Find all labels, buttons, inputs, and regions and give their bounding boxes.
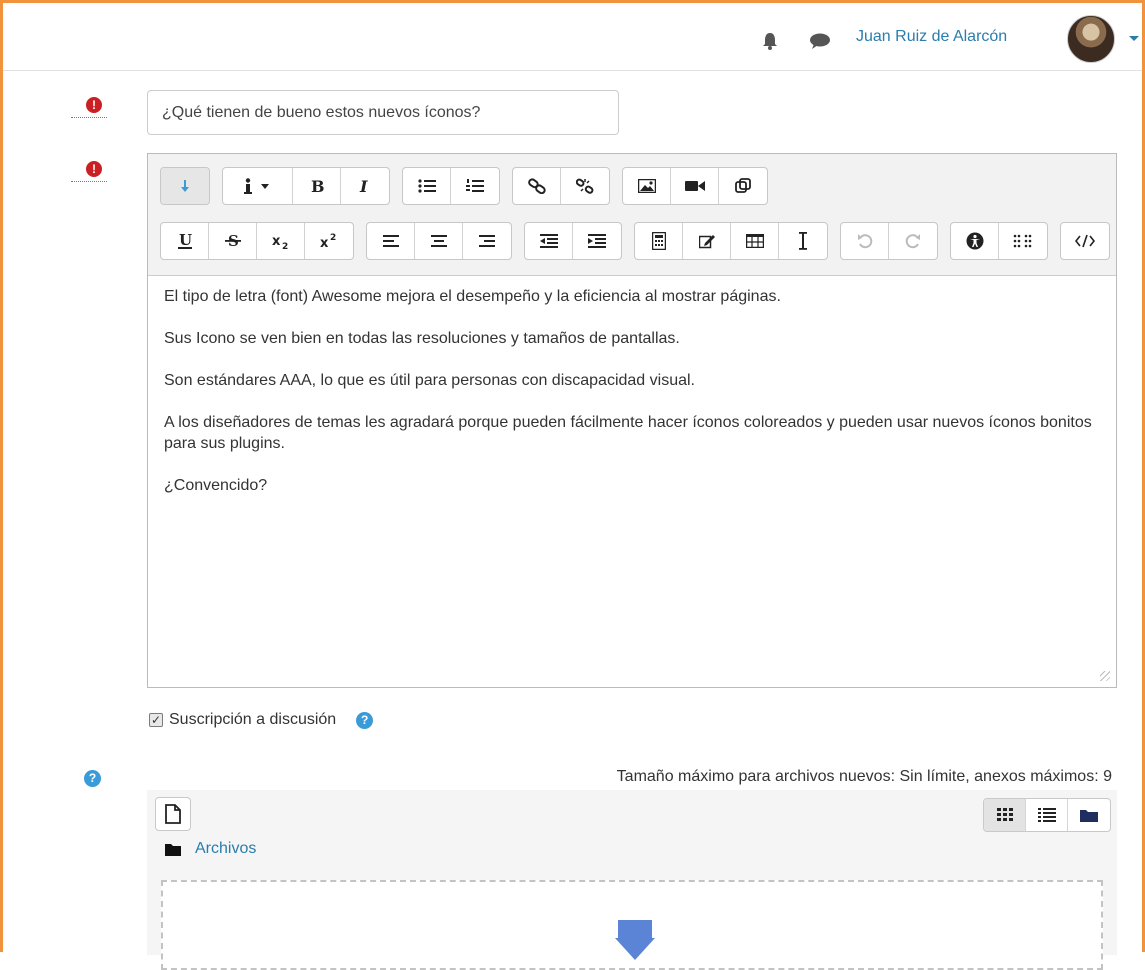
- info-dropdown-icon[interactable]: [223, 168, 293, 204]
- toolbar-group-text-format: U S x2 x2: [160, 222, 354, 260]
- editor-paragraph: A los diseñadores de temas les agradará …: [164, 414, 1092, 452]
- editor-content[interactable]: El tipo de letra (font) Awesome mejora e…: [148, 276, 1116, 687]
- avatar[interactable]: [1067, 15, 1115, 63]
- toolbar-group-align: [366, 222, 512, 260]
- table-icon[interactable]: [731, 223, 779, 259]
- chat-icon[interactable]: [809, 31, 831, 56]
- svg-text:x: x: [320, 236, 329, 250]
- svg-text:U: U: [179, 232, 192, 249]
- list-icon[interactable]: [1026, 799, 1068, 831]
- align-right-icon[interactable]: [463, 223, 511, 259]
- edit-icon[interactable]: [683, 223, 731, 259]
- undo-icon[interactable]: [841, 223, 889, 259]
- toolbar-group-lists: [402, 167, 500, 205]
- toolbar-group-insert: [634, 222, 828, 260]
- italic-icon[interactable]: I: [341, 168, 389, 204]
- align-left-icon[interactable]: [367, 223, 415, 259]
- svg-text:I: I: [359, 178, 368, 194]
- strikethrough-icon[interactable]: S: [209, 223, 257, 259]
- bell-icon[interactable]: [760, 31, 780, 56]
- folder-icon[interactable]: [1068, 799, 1110, 831]
- subscription-checkbox[interactable]: ✓: [149, 713, 163, 727]
- exclamation-icon: !: [86, 161, 102, 177]
- resize-handle[interactable]: [1100, 671, 1110, 681]
- top-navbar: Juan Ruiz de Alarcón: [3, 3, 1142, 71]
- video-icon[interactable]: [671, 168, 719, 204]
- grid-icon[interactable]: [984, 799, 1026, 831]
- toolbar-group-indent: [524, 222, 622, 260]
- unlink-icon[interactable]: [561, 168, 609, 204]
- exclamation-icon: !: [86, 97, 102, 113]
- subscript-icon[interactable]: x2: [257, 223, 305, 259]
- toolbar-group-media: [622, 167, 768, 205]
- folder-link[interactable]: Archivos: [195, 840, 256, 858]
- redo-icon[interactable]: [889, 223, 937, 259]
- message-editor: B I U S x 2 x 2 El tipo de letra (font) …: [147, 153, 1117, 688]
- superscript-icon[interactable]: x2: [305, 223, 353, 259]
- cursor-icon[interactable]: [779, 223, 827, 259]
- toolbar-group-links: [512, 167, 610, 205]
- toolbar-group-collapse: [160, 167, 210, 205]
- chevron-down-icon[interactable]: [1129, 36, 1139, 41]
- add-file-button[interactable]: [155, 797, 191, 831]
- editor-paragraph: El tipo de letra (font) Awesome mejora e…: [164, 288, 781, 305]
- user-name-link[interactable]: Juan Ruiz de Alarcón: [856, 28, 1007, 46]
- view-mode-switcher: [983, 798, 1111, 832]
- help-icon[interactable]: ?: [84, 770, 101, 787]
- subscription-label[interactable]: Suscripción a discusión: [169, 711, 336, 729]
- svg-text:2: 2: [330, 233, 336, 243]
- svg-text:2: 2: [282, 242, 288, 250]
- required-marker-subject: !: [71, 97, 107, 119]
- app-frame: Juan Ruiz de Alarcón ! ¿Qué tienen de bu…: [0, 0, 1145, 970]
- max-size-text: Tamaño máximo para archivos nuevos: Sin …: [616, 768, 1112, 785]
- align-center-icon[interactable]: [415, 223, 463, 259]
- underline-icon[interactable]: U: [161, 223, 209, 259]
- editor-paragraph: ¿Convencido?: [164, 477, 268, 494]
- subject-input[interactable]: ¿Qué tienen de bueno estos nuevos íconos…: [147, 90, 619, 135]
- file-manager: Archivos: [147, 790, 1117, 970]
- file-dropzone[interactable]: [161, 880, 1103, 970]
- subscription-row: ✓ Suscripción a discusión ?: [149, 711, 374, 729]
- accessibility-icon[interactable]: [951, 223, 999, 259]
- editor-toolbar: B I U S x 2 x 2: [148, 154, 1116, 276]
- show-more-icon[interactable]: [161, 168, 209, 204]
- bold-icon[interactable]: B: [293, 168, 341, 204]
- download-arrow-icon: [615, 920, 655, 960]
- screenreader-icon[interactable]: [999, 223, 1047, 259]
- outdent-icon[interactable]: [525, 223, 573, 259]
- image-icon[interactable]: [623, 168, 671, 204]
- html-icon[interactable]: [1061, 223, 1109, 259]
- breadcrumb: Archivos: [165, 840, 256, 858]
- file-icon: [165, 804, 181, 824]
- svg-text:B: B: [311, 178, 324, 194]
- help-icon[interactable]: ?: [356, 711, 374, 729]
- toolbar-group-html: [1060, 222, 1110, 260]
- toolbar-group-style: B I: [222, 167, 390, 205]
- editor-paragraph: Sus Icono se ven bien en todas las resol…: [164, 330, 680, 347]
- toolbar-group-accessibility: [950, 222, 1048, 260]
- calculator-icon[interactable]: [635, 223, 683, 259]
- folder-icon: [165, 843, 181, 856]
- media-icon[interactable]: [719, 168, 767, 204]
- link-icon[interactable]: [513, 168, 561, 204]
- indent-icon[interactable]: [573, 223, 621, 259]
- required-marker-message: !: [71, 161, 107, 183]
- unordered-list-icon[interactable]: [403, 168, 451, 204]
- svg-text:x: x: [272, 234, 281, 249]
- editor-paragraph: Son estándares AAA, lo que es útil para …: [164, 372, 695, 389]
- ordered-list-icon[interactable]: [451, 168, 499, 204]
- toolbar-group-history: [840, 222, 938, 260]
